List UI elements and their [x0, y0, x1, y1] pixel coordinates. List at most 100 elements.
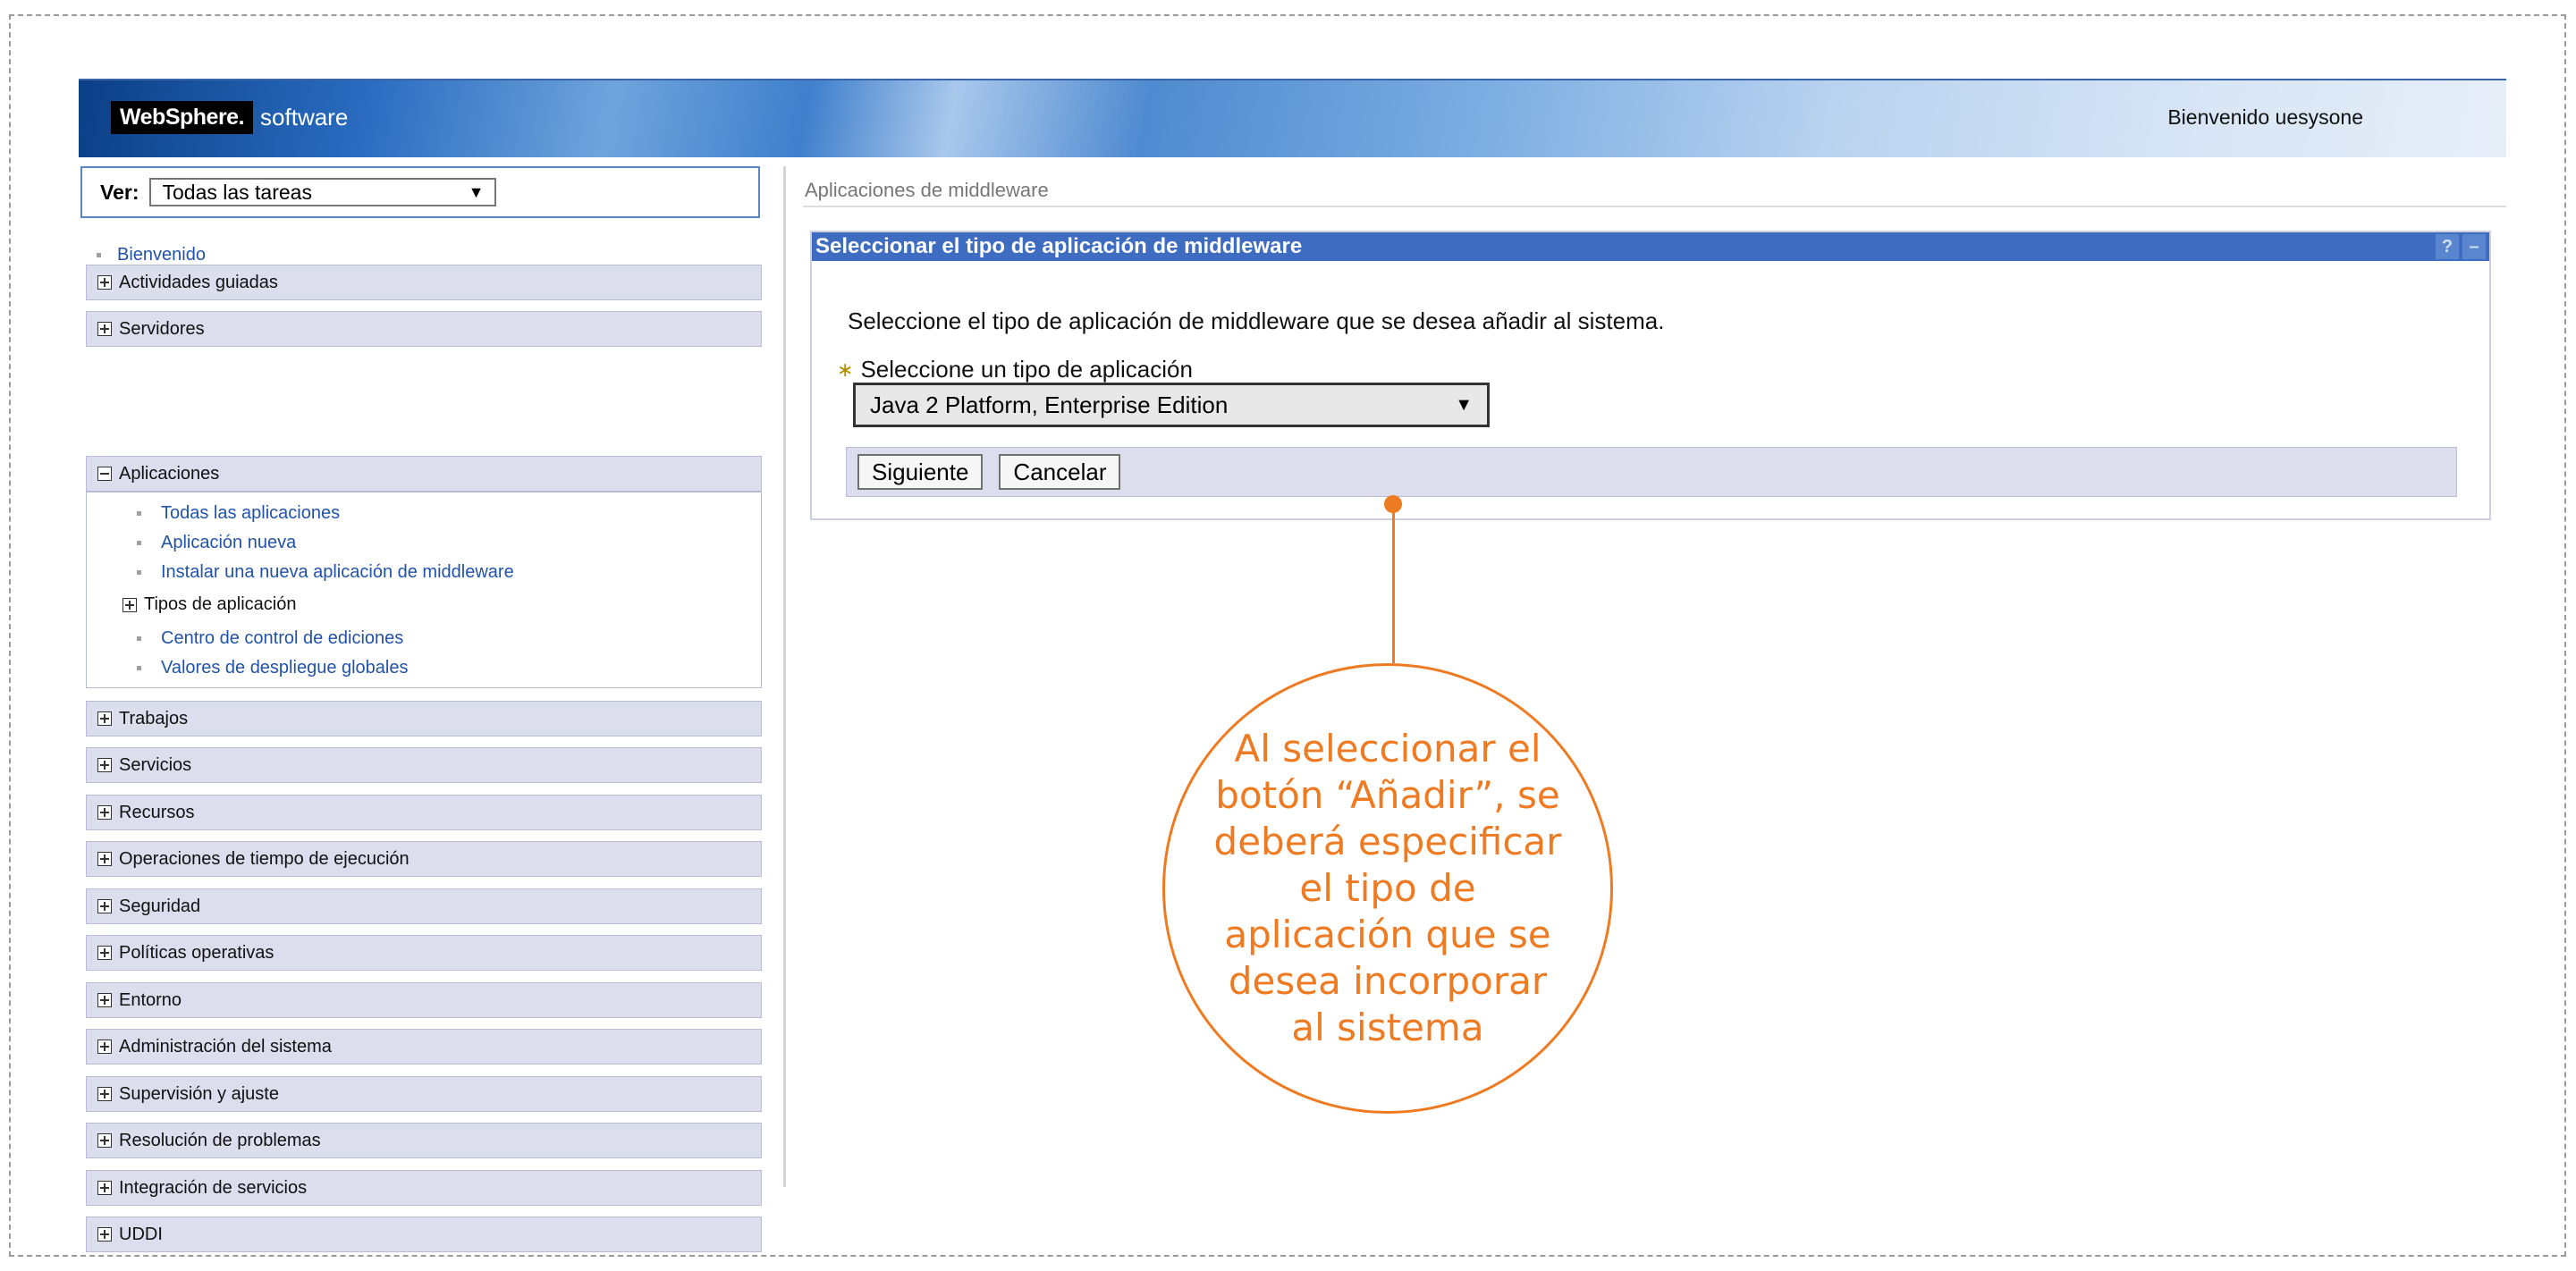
brand-name: WebSphere. — [111, 100, 254, 134]
applications-submenu: Todas las aplicaciones Aplicación nueva … — [86, 492, 762, 688]
view-select[interactable]: Todas las tareas ▼ — [149, 178, 497, 206]
submenu-item-instalar-middleware[interactable]: Instalar una nueva aplicación de middlew… — [137, 562, 514, 583]
sidebar-item-label: Trabajos — [119, 708, 189, 728]
sidebar-item-label: Actividades guiadas — [119, 272, 278, 292]
plus-box-icon[interactable] — [97, 1087, 112, 1101]
panel-description: Seleccione el tipo de aplicación de midd… — [848, 307, 1665, 334]
submenu-item-label: Instalar una nueva aplicación de middlew… — [161, 562, 514, 582]
submenu-item-label: Tipos de aplicación — [144, 594, 297, 614]
select-type-panel: Seleccionar el tipo de aplicación de mid… — [810, 231, 2491, 520]
brand-suffix: software — [260, 103, 349, 130]
websphere-console: WebSphere. software Bienvenido uesysone … — [79, 79, 2506, 1252]
submenu-item-label: Centro de control de ediciones — [161, 628, 404, 648]
sidebar-item-label: Bienvenido — [117, 245, 206, 265]
sidebar: Ver: Todas las tareas ▼ Bienvenido Activ… — [79, 166, 765, 1252]
cancel-button[interactable]: Cancelar — [999, 454, 1121, 490]
app-type-label: Seleccione un tipo de aplicación — [860, 356, 1193, 383]
bullet-icon — [137, 570, 141, 575]
sidebar-item-label: UDDI — [119, 1224, 163, 1244]
sidebar-item-label: Entorno — [119, 989, 182, 1010]
plus-box-icon[interactable] — [122, 597, 137, 612]
bullet-icon — [137, 541, 141, 545]
sidebar-item-operaciones-tiempo-ejecucion[interactable]: Operaciones de tiempo de ejecución — [86, 841, 762, 877]
bullet-icon — [137, 636, 141, 641]
plus-box-icon[interactable] — [97, 993, 112, 1007]
plus-box-icon[interactable] — [97, 275, 112, 290]
callout-connector — [1392, 509, 1395, 663]
sidebar-item-label: Aplicaciones — [119, 463, 220, 484]
next-button[interactable]: Siguiente — [857, 454, 984, 490]
plus-box-icon[interactable] — [97, 322, 112, 336]
sidebar-item-label: Recursos — [119, 802, 195, 822]
sidebar-item-label: Administración del sistema — [119, 1036, 332, 1056]
submenu-item-label: Todas las aplicaciones — [161, 503, 341, 523]
sidebar-item-label: Resolución de problemas — [119, 1130, 321, 1150]
bullet-icon — [97, 253, 101, 257]
plus-box-icon[interactable] — [97, 1133, 112, 1148]
sidebar-item-resolucion-problemas[interactable]: Resolución de problemas — [86, 1123, 762, 1158]
sidebar-item-aplicaciones[interactable]: Aplicaciones — [86, 456, 762, 492]
help-icon[interactable]: ? — [2436, 234, 2459, 259]
required-icon: ∗ — [837, 358, 854, 381]
sidebar-item-label: Políticas operativas — [119, 942, 274, 963]
plus-box-icon[interactable] — [97, 946, 112, 960]
sidebar-item-actividades-guiadas[interactable]: Actividades guiadas — [86, 265, 762, 300]
minus-box-icon[interactable] — [97, 467, 112, 481]
bullet-icon — [137, 511, 141, 516]
sidebar-item-seguridad[interactable]: Seguridad — [86, 888, 762, 924]
welcome-user: Bienvenido uesysone — [2167, 105, 2363, 129]
app-type-select[interactable]: Java 2 Platform, Enterprise Edition ▼ — [853, 383, 1490, 427]
plus-box-icon[interactable] — [97, 711, 112, 726]
submenu-item-aplicacion-nueva[interactable]: Aplicación nueva — [137, 533, 296, 553]
sidebar-item-label: Servicios — [119, 754, 192, 775]
submenu-item-label: Aplicación nueva — [161, 533, 297, 552]
callout-bubble: Al seleccionar el botón “Añadir”, se deb… — [1162, 663, 1613, 1114]
minimize-icon[interactable]: – — [2462, 234, 2486, 259]
submenu-item-centro-control-ediciones[interactable]: Centro de control de ediciones — [137, 628, 403, 649]
view-filter: Ver: Todas las tareas ▼ — [80, 166, 760, 218]
app-type-select-value: Java 2 Platform, Enterprise Edition — [870, 391, 1229, 418]
bullet-icon — [137, 666, 141, 670]
sidebar-item-politicas-operativas[interactable]: Políticas operativas — [86, 935, 762, 971]
sidebar-item-supervision-ajuste[interactable]: Supervisión y ajuste — [86, 1076, 762, 1112]
sidebar-item-uddi[interactable]: UDDI — [86, 1216, 762, 1252]
plus-box-icon[interactable] — [97, 1040, 112, 1054]
triangle-down-icon: ▼ — [468, 182, 485, 201]
callout-text: Al seleccionar el botón “Añadir”, se deb… — [1213, 727, 1562, 1049]
plus-box-icon[interactable] — [97, 899, 112, 913]
sidebar-item-servicios[interactable]: Servicios — [86, 747, 762, 783]
panel-header: Seleccionar el tipo de aplicación de mid… — [812, 232, 2489, 261]
sidebar-item-welcome[interactable]: Bienvenido — [97, 245, 206, 265]
panel-header-buttons: ? – — [2436, 234, 2486, 259]
field-label-row: ∗ Seleccione un tipo de aplicación — [837, 356, 1193, 383]
plus-box-icon[interactable] — [97, 805, 112, 820]
triangle-down-icon: ▼ — [1455, 394, 1473, 415]
submenu-item-tipos-de-aplicacion[interactable]: Tipos de aplicación — [122, 594, 296, 615]
logo: WebSphere. software — [111, 100, 348, 134]
sidebar-item-recursos[interactable]: Recursos — [86, 795, 762, 830]
sidebar-item-trabajos[interactable]: Trabajos — [86, 701, 762, 737]
view-label: Ver: — [100, 180, 139, 204]
breadcrumb: Aplicaciones de middleware — [805, 179, 1049, 201]
submenu-item-valores-despliegue[interactable]: Valores de despliegue globales — [137, 658, 409, 678]
sidebar-splitter[interactable] — [783, 166, 786, 1187]
plus-box-icon[interactable] — [97, 852, 112, 866]
top-banner: WebSphere. software Bienvenido uesysone — [79, 79, 2506, 157]
plus-box-icon[interactable] — [97, 758, 112, 772]
plus-box-icon[interactable] — [97, 1227, 112, 1242]
sidebar-item-entorno[interactable]: Entorno — [86, 982, 762, 1018]
view-select-value: Todas las tareas — [162, 180, 312, 204]
button-bar: Siguiente Cancelar — [846, 447, 2457, 497]
submenu-item-todas-las-aplicaciones[interactable]: Todas las aplicaciones — [137, 503, 340, 524]
sidebar-item-label: Operaciones de tiempo de ejecución — [119, 848, 410, 869]
sidebar-item-integracion-servicios[interactable]: Integración de servicios — [86, 1170, 762, 1206]
sidebar-item-label: Integración de servicios — [119, 1177, 308, 1198]
breadcrumb-divider — [803, 206, 2506, 207]
submenu-item-label: Valores de despliegue globales — [161, 658, 409, 678]
sidebar-item-label: Servidores — [119, 318, 205, 339]
plus-box-icon[interactable] — [97, 1181, 112, 1195]
sidebar-item-administracion-sistema[interactable]: Administración del sistema — [86, 1029, 762, 1065]
sidebar-item-label: Supervisión y ajuste — [119, 1083, 279, 1104]
sidebar-item-servidores[interactable]: Servidores — [86, 311, 762, 347]
sidebar-item-label: Seguridad — [119, 896, 201, 916]
